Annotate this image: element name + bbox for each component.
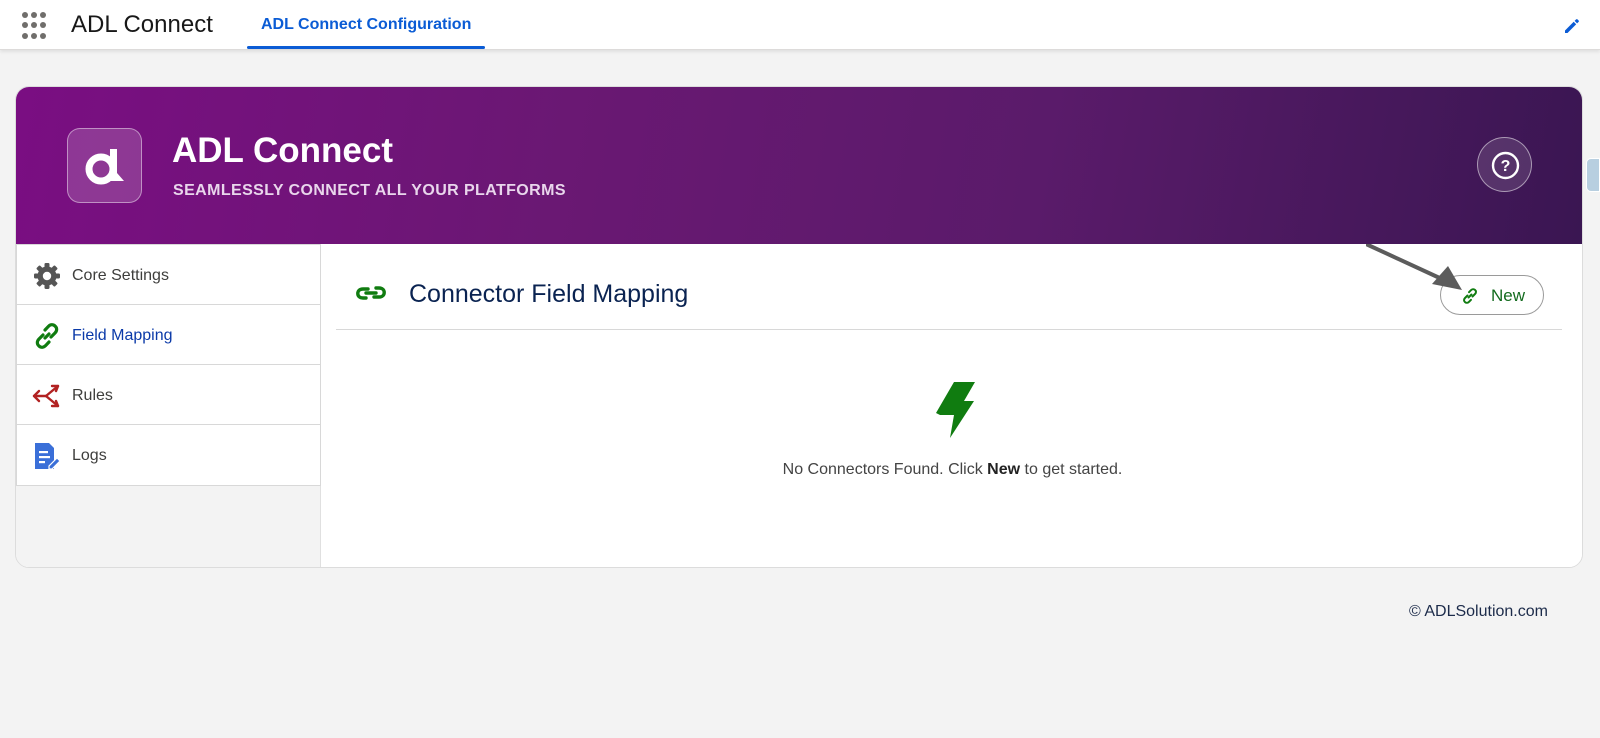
empty-state-message: No Connectors Found. Click New to get st… bbox=[321, 459, 1582, 481]
sidebar-item-rules[interactable]: Rules bbox=[16, 364, 321, 426]
section-title: Connector Field Mapping bbox=[409, 280, 689, 308]
sidebar-item-core-settings[interactable]: Core Settings bbox=[16, 244, 321, 306]
sidebar-item-logs[interactable]: Logs bbox=[16, 424, 321, 486]
tab-label: ADL Connect Configuration bbox=[261, 16, 472, 33]
sidebar-item-label: Logs bbox=[72, 447, 107, 464]
footer-copyright: © ADLSolution.com bbox=[1409, 603, 1548, 620]
adl-connect-card: ADL Connect SEAMLESSLY CONNECT ALL YOUR … bbox=[15, 86, 1583, 568]
header-banner: ADL Connect SEAMLESSLY CONNECT ALL YOUR … bbox=[16, 87, 1582, 244]
app-launcher-icon[interactable] bbox=[22, 12, 50, 40]
empty-message-new: New bbox=[987, 461, 1021, 478]
tab-adl-connect-configuration[interactable]: ADL Connect Configuration bbox=[247, 0, 486, 50]
adl-logo-icon bbox=[85, 149, 124, 185]
help-symbol: ? bbox=[1501, 158, 1511, 175]
gear-icon bbox=[34, 263, 60, 289]
document-edit-icon bbox=[35, 443, 61, 470]
banner-subtitle: SEAMLESSLY CONNECT ALL YOUR PLATFORMS bbox=[173, 182, 566, 199]
help-button[interactable]: ? bbox=[1477, 137, 1532, 192]
adl-logo bbox=[67, 128, 142, 203]
sidebar-item-label: Core Settings bbox=[72, 267, 169, 284]
chain-link-icon bbox=[356, 286, 386, 300]
active-tab-indicator bbox=[247, 46, 486, 49]
new-button-label: New bbox=[1491, 286, 1526, 305]
link-icon bbox=[35, 323, 59, 349]
sidebar-item-label: Rules bbox=[72, 387, 113, 404]
sidebar-item-label: Field Mapping bbox=[72, 327, 173, 344]
app-name: ADL Connect bbox=[71, 11, 213, 38]
section-header: Connector Field Mapping New bbox=[336, 244, 1562, 330]
pencil-edit-icon[interactable] bbox=[1563, 17, 1581, 35]
branch-arrows-icon bbox=[32, 384, 60, 408]
sidebar-item-field-mapping[interactable]: Field Mapping bbox=[16, 304, 321, 366]
question-icon: ? bbox=[1491, 151, 1520, 180]
top-navigation-bar: ADL Connect ADL Connect Configuration bbox=[0, 0, 1600, 50]
banner-title: ADL Connect bbox=[172, 131, 394, 170]
pointer-arrow-icon bbox=[1366, 244, 1462, 290]
empty-message-suffix: to get started. bbox=[1020, 461, 1123, 478]
utility-edge-tab[interactable] bbox=[1586, 158, 1600, 192]
main-content: Connector Field Mapping New No Connector… bbox=[321, 244, 1582, 567]
lightning-bolt-icon bbox=[936, 382, 975, 438]
sidebar: Core Settings Field Mapping Rules Logs bbox=[16, 244, 321, 567]
empty-message-prefix: No Connectors Found. Click bbox=[782, 461, 988, 478]
